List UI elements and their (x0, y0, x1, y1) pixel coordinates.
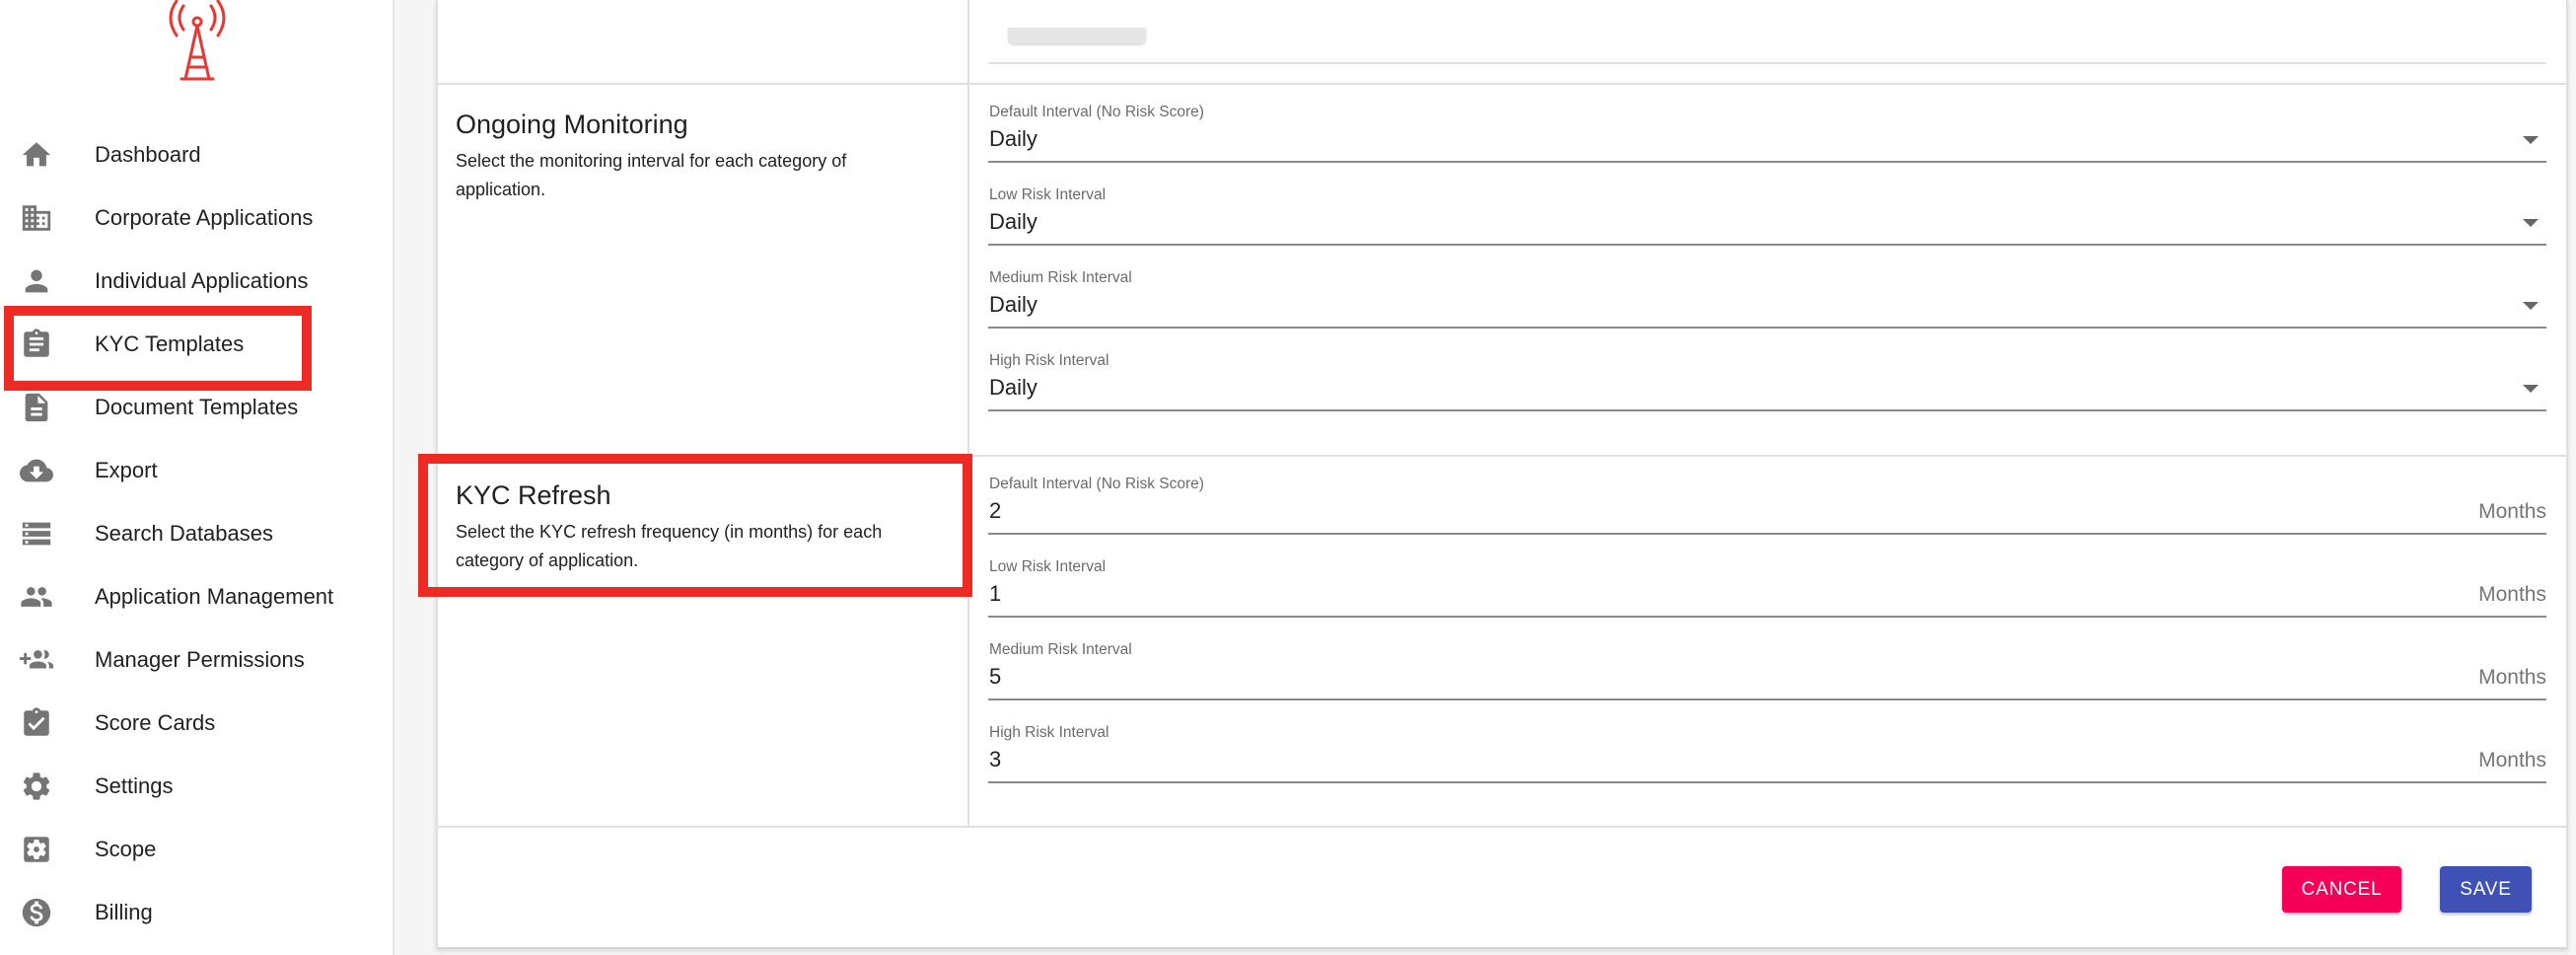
sidebar-item-corporate-applications[interactable]: Corporate Applications (0, 186, 394, 250)
sidebar-item-label: Search Databases (95, 521, 273, 546)
refresh-default-interval-input[interactable]: Default Interval (No Risk Score) 2 Month… (988, 476, 2546, 554)
monitoring-medium-risk-interval-select[interactable]: Medium Risk Interval Daily (988, 269, 2546, 348)
sidebar-item-label: Billing (95, 900, 153, 924)
field-value: Daily (989, 126, 1038, 151)
field-label: Default Interval (No Risk Score) (989, 476, 1204, 492)
cancel-button[interactable]: CANCEL (2282, 866, 2401, 913)
field-label: Default Interval (No Risk Score) (989, 104, 1204, 120)
monitoring-low-risk-interval-select[interactable]: Low Risk Interval Daily (988, 186, 2546, 265)
person-icon (18, 262, 55, 300)
monitoring-high-risk-interval-select[interactable]: High Risk Interval Daily (988, 352, 2546, 431)
row-divider (436, 83, 2568, 85)
row-divider (436, 826, 2568, 828)
monitoring-default-interval-select[interactable]: Default Interval (No Risk Score) Daily (988, 104, 2546, 183)
months-unit: Months (2478, 666, 2546, 689)
dropdown-arrow-icon (2523, 136, 2539, 144)
previous-section-button[interactable] (1008, 28, 1146, 43)
gear-icon (18, 768, 55, 805)
sidebar-item-label: Corporate Applications (95, 205, 314, 230)
monitoring-section-description: Select the monitoring interval for each … (456, 151, 847, 199)
sidebar: Dashboard Corporate Applications Individ… (0, 0, 394, 955)
sidebar-item-label: Individual Applications (95, 268, 309, 293)
building-icon (18, 199, 55, 237)
sidebar-item-label: Dashboard (95, 142, 201, 167)
sidebar-item-individual-applications[interactable]: Individual Applications (0, 250, 394, 313)
storage-icon (18, 515, 55, 552)
field-underline (988, 244, 2546, 246)
cloud-download-icon (18, 452, 55, 489)
months-unit: Months (2478, 583, 2546, 606)
sidebar-item-label: Document Templates (95, 395, 299, 419)
field-underline (988, 327, 2546, 329)
sidebar-item-label: Score Cards (95, 710, 216, 735)
field-value: Daily (989, 375, 1038, 400)
people-icon (18, 578, 55, 616)
field-value: Daily (989, 209, 1038, 234)
dropdown-arrow-icon (2523, 219, 2539, 227)
sidebar-item-label: Scope (95, 837, 157, 861)
assignment-check-icon (18, 704, 55, 742)
sidebar-item-application-management[interactable]: Application Management (0, 565, 394, 628)
sidebar-item-dashboard[interactable]: Dashboard (0, 123, 394, 186)
sidebar-item-settings[interactable]: Settings (0, 755, 394, 818)
field-value: 1 (989, 581, 1002, 606)
sidebar-item-search-databases[interactable]: Search Databases (0, 502, 394, 565)
field-label: Low Risk Interval (989, 186, 1107, 203)
field-underline (988, 409, 2546, 411)
sidebar-item-score-cards[interactable]: Score Cards (0, 692, 394, 755)
field-label: Medium Risk Interval (989, 641, 1132, 658)
months-unit: Months (2478, 749, 2546, 771)
field-label: High Risk Interval (989, 724, 1109, 741)
field-value: Daily (989, 292, 1038, 317)
radio-tower-logo (158, 0, 237, 85)
field-underline (988, 533, 2546, 535)
field-label: High Risk Interval (989, 352, 1109, 369)
sidebar-item-manager-permissions[interactable]: Manager Permissions (0, 628, 394, 692)
field-label: Low Risk Interval (989, 558, 1107, 575)
dropdown-arrow-icon (2523, 385, 2539, 393)
highlight-box-kyc-templates (4, 306, 312, 391)
document-icon (18, 389, 55, 426)
months-unit: Months (2478, 500, 2546, 523)
settings-applications-icon (18, 831, 55, 868)
monitoring-section-title: Ongoing Monitoring (456, 110, 688, 139)
field-value: 3 (989, 747, 1002, 771)
dollar-circle-icon (18, 894, 55, 931)
field-underline (988, 781, 2546, 783)
field-value: 2 (989, 498, 1002, 523)
home-icon (18, 136, 55, 174)
refresh-high-risk-interval-input[interactable]: High Risk Interval 3 Months (988, 724, 2546, 803)
sidebar-item-label: Manager Permissions (95, 647, 305, 672)
refresh-medium-risk-interval-input[interactable]: Medium Risk Interval 5 Months (988, 641, 2546, 720)
field-value: 5 (989, 664, 1002, 689)
save-button[interactable]: SAVE (2440, 866, 2532, 913)
highlight-box-kyc-refresh (418, 454, 972, 597)
field-underline (988, 698, 2546, 700)
sidebar-item-label: Application Management (95, 584, 334, 609)
dropdown-arrow-icon (2523, 302, 2539, 310)
group-add-icon (18, 641, 55, 679)
row-divider (988, 62, 2546, 64)
field-underline (988, 161, 2546, 163)
sidebar-item-export[interactable]: Export (0, 439, 394, 502)
sidebar-item-label: Settings (95, 773, 174, 798)
refresh-low-risk-interval-input[interactable]: Low Risk Interval 1 Months (988, 558, 2546, 637)
column-divider (967, 0, 969, 827)
sidebar-item-scope[interactable]: Scope (0, 818, 394, 881)
field-label: Medium Risk Interval (989, 269, 1132, 286)
sidebar-item-label: Export (95, 458, 158, 482)
sidebar-item-billing[interactable]: Billing (0, 881, 394, 944)
field-underline (988, 616, 2546, 618)
